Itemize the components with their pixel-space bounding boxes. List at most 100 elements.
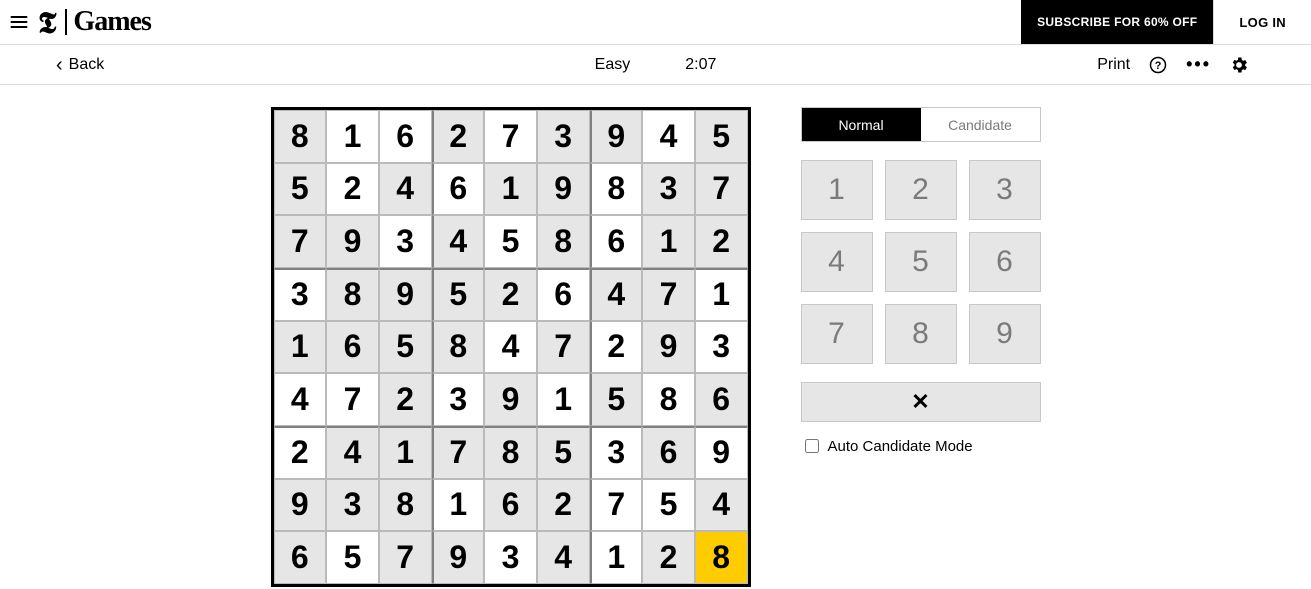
print-button[interactable]: Print — [1097, 56, 1130, 74]
sudoku-cell[interactable]: 4 — [379, 163, 432, 216]
keypad-4[interactable]: 4 — [801, 232, 873, 292]
sudoku-cell[interactable]: 4 — [590, 268, 643, 321]
sudoku-cell[interactable]: 8 — [379, 479, 432, 532]
sudoku-cell[interactable]: 3 — [326, 479, 379, 532]
sudoku-cell[interactable]: 6 — [537, 268, 590, 321]
more-icon[interactable]: ••• — [1186, 54, 1211, 75]
sudoku-cell[interactable]: 7 — [590, 479, 643, 532]
sudoku-cell[interactable]: 3 — [590, 426, 643, 479]
sudoku-cell[interactable]: 1 — [274, 321, 327, 374]
sudoku-cell[interactable]: 8 — [590, 163, 643, 216]
sudoku-cell[interactable]: 3 — [537, 110, 590, 163]
erase-button[interactable]: ✕ — [801, 382, 1041, 422]
menu-icon[interactable] — [0, 0, 38, 45]
keypad-2[interactable]: 2 — [885, 160, 957, 220]
sudoku-cell[interactable]: 8 — [274, 110, 327, 163]
sudoku-cell[interactable]: 7 — [432, 426, 485, 479]
keypad-5[interactable]: 5 — [885, 232, 957, 292]
games-logo[interactable]: 𝕿 Games — [38, 3, 151, 42]
sudoku-cell[interactable]: 8 — [484, 426, 537, 479]
sudoku-cell[interactable]: 7 — [379, 531, 432, 584]
sudoku-cell[interactable]: 9 — [642, 321, 695, 374]
sudoku-cell[interactable]: 1 — [432, 479, 485, 532]
sudoku-cell[interactable]: 2 — [379, 373, 432, 426]
sudoku-cell[interactable]: 5 — [379, 321, 432, 374]
sudoku-cell[interactable]: 6 — [432, 163, 485, 216]
sudoku-cell[interactable]: 4 — [695, 479, 748, 532]
sudoku-cell[interactable]: 3 — [432, 373, 485, 426]
sudoku-cell[interactable]: 7 — [537, 321, 590, 374]
help-icon[interactable]: ? — [1148, 55, 1168, 75]
sudoku-cell[interactable]: 9 — [432, 531, 485, 584]
sudoku-cell[interactable]: 1 — [379, 426, 432, 479]
sudoku-cell[interactable]: 3 — [484, 531, 537, 584]
sudoku-cell[interactable]: 7 — [695, 163, 748, 216]
sudoku-cell[interactable]: 4 — [326, 426, 379, 479]
sudoku-cell[interactable]: 5 — [695, 110, 748, 163]
sudoku-cell[interactable]: 2 — [537, 479, 590, 532]
sudoku-cell[interactable]: 9 — [537, 163, 590, 216]
sudoku-cell[interactable]: 5 — [432, 268, 485, 321]
sudoku-cell[interactable]: 6 — [379, 110, 432, 163]
keypad-3[interactable]: 3 — [969, 160, 1041, 220]
sudoku-cell[interactable]: 2 — [695, 215, 748, 268]
back-button[interactable]: ‹ Back — [56, 55, 104, 75]
sudoku-cell[interactable]: 8 — [432, 321, 485, 374]
login-button[interactable]: LOG IN — [1213, 0, 1311, 44]
keypad-6[interactable]: 6 — [969, 232, 1041, 292]
sudoku-cell[interactable]: 4 — [432, 215, 485, 268]
sudoku-cell[interactable]: 6 — [274, 531, 327, 584]
sudoku-cell[interactable]: 2 — [326, 163, 379, 216]
sudoku-cell[interactable]: 5 — [642, 479, 695, 532]
sudoku-cell[interactable]: 3 — [379, 215, 432, 268]
sudoku-cell[interactable]: 1 — [695, 268, 748, 321]
sudoku-cell[interactable]: 4 — [537, 531, 590, 584]
sudoku-cell[interactable]: 3 — [695, 321, 748, 374]
sudoku-cell[interactable]: 4 — [484, 321, 537, 374]
sudoku-cell[interactable]: 5 — [537, 426, 590, 479]
sudoku-cell[interactable]: 9 — [484, 373, 537, 426]
sudoku-cell[interactable]: 5 — [326, 531, 379, 584]
sudoku-cell[interactable]: 9 — [326, 215, 379, 268]
sudoku-cell[interactable]: 4 — [274, 373, 327, 426]
sudoku-cell[interactable]: 6 — [590, 215, 643, 268]
sudoku-cell[interactable]: 7 — [642, 268, 695, 321]
mode-normal[interactable]: Normal — [802, 108, 921, 141]
sudoku-cell[interactable]: 5 — [590, 373, 643, 426]
keypad-7[interactable]: 7 — [801, 304, 873, 364]
sudoku-cell[interactable]: 8 — [695, 531, 748, 584]
sudoku-cell[interactable]: 9 — [379, 268, 432, 321]
sudoku-cell[interactable]: 7 — [326, 373, 379, 426]
sudoku-cell[interactable]: 1 — [484, 163, 537, 216]
mode-candidate[interactable]: Candidate — [921, 108, 1040, 141]
keypad-9[interactable]: 9 — [969, 304, 1041, 364]
sudoku-cell[interactable]: 5 — [274, 163, 327, 216]
sudoku-cell[interactable]: 5 — [484, 215, 537, 268]
subscribe-button[interactable]: SUBSCRIBE FOR 60% OFF — [1021, 0, 1213, 44]
gear-icon[interactable] — [1229, 55, 1249, 75]
sudoku-cell[interactable]: 1 — [642, 215, 695, 268]
sudoku-cell[interactable]: 2 — [642, 531, 695, 584]
sudoku-cell[interactable]: 3 — [274, 268, 327, 321]
sudoku-cell[interactable]: 6 — [484, 479, 537, 532]
sudoku-cell[interactable]: 8 — [537, 215, 590, 268]
sudoku-cell[interactable]: 2 — [484, 268, 537, 321]
sudoku-cell[interactable]: 2 — [432, 110, 485, 163]
auto-candidate-checkbox[interactable] — [805, 439, 819, 453]
sudoku-cell[interactable]: 6 — [326, 321, 379, 374]
sudoku-cell[interactable]: 2 — [590, 321, 643, 374]
sudoku-cell[interactable]: 8 — [642, 373, 695, 426]
sudoku-cell[interactable]: 7 — [274, 215, 327, 268]
sudoku-cell[interactable]: 8 — [326, 268, 379, 321]
keypad-1[interactable]: 1 — [801, 160, 873, 220]
sudoku-cell[interactable]: 9 — [695, 426, 748, 479]
sudoku-cell[interactable]: 1 — [326, 110, 379, 163]
sudoku-cell[interactable]: 6 — [642, 426, 695, 479]
sudoku-cell[interactable]: 1 — [537, 373, 590, 426]
sudoku-cell[interactable]: 3 — [642, 163, 695, 216]
sudoku-cell[interactable]: 6 — [695, 373, 748, 426]
sudoku-cell[interactable]: 4 — [642, 110, 695, 163]
sudoku-cell[interactable]: 7 — [484, 110, 537, 163]
keypad-8[interactable]: 8 — [885, 304, 957, 364]
sudoku-cell[interactable]: 9 — [590, 110, 643, 163]
